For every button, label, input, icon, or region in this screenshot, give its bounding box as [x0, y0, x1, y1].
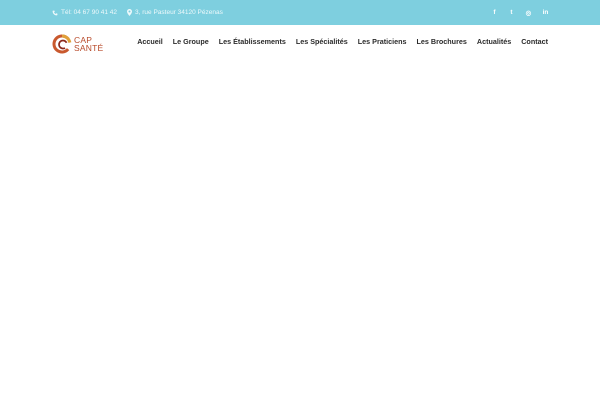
- nav-item-specialites[interactable]: Les Spécialités: [296, 37, 348, 46]
- phone-item[interactable]: Tél: 04 67 90 41 42: [52, 9, 117, 16]
- nav-item-contact[interactable]: Contact: [521, 37, 548, 46]
- main-nav: Accueil Le Groupe Les Établissements Les…: [137, 25, 548, 58]
- nav-item-praticiens[interactable]: Les Praticiens: [358, 37, 407, 46]
- site-header: CAP SANTÉ Accueil Le Groupe Les Établiss…: [0, 25, 600, 62]
- instagram-icon[interactable]: ◎: [524, 8, 533, 17]
- logo-text: CAP SANTÉ: [74, 35, 104, 53]
- address-text: 3, rue Pasteur 34120 Pézenas: [135, 9, 223, 16]
- address-item[interactable]: 3, rue Pasteur 34120 Pézenas: [127, 9, 223, 16]
- nav-item-le-groupe[interactable]: Le Groupe: [173, 37, 209, 46]
- twitter-icon[interactable]: t: [507, 8, 516, 17]
- logo-mark-icon: [52, 34, 72, 54]
- phone-icon: [52, 10, 58, 15]
- nav-item-brochures[interactable]: Les Brochures: [417, 37, 467, 46]
- contact-info: Tél: 04 67 90 41 42 3, rue Pasteur 34120…: [52, 0, 223, 25]
- phone-text: Tél: 04 67 90 41 42: [61, 9, 118, 16]
- page-content-area: [0, 62, 600, 400]
- nav-item-actualites[interactable]: Actualités: [477, 37, 511, 46]
- site-logo[interactable]: CAP SANTÉ: [52, 33, 103, 55]
- map-pin-icon: [127, 9, 133, 16]
- linkedin-icon[interactable]: in: [541, 8, 550, 17]
- social-links: f t ◎ in: [490, 0, 550, 25]
- facebook-icon[interactable]: f: [490, 8, 499, 17]
- top-bar: Tél: 04 67 90 41 42 3, rue Pasteur 34120…: [0, 0, 600, 25]
- logo-line-2: SANTÉ: [74, 43, 104, 53]
- nav-item-accueil[interactable]: Accueil: [137, 37, 163, 46]
- nav-item-etablissements[interactable]: Les Établissements: [219, 37, 286, 46]
